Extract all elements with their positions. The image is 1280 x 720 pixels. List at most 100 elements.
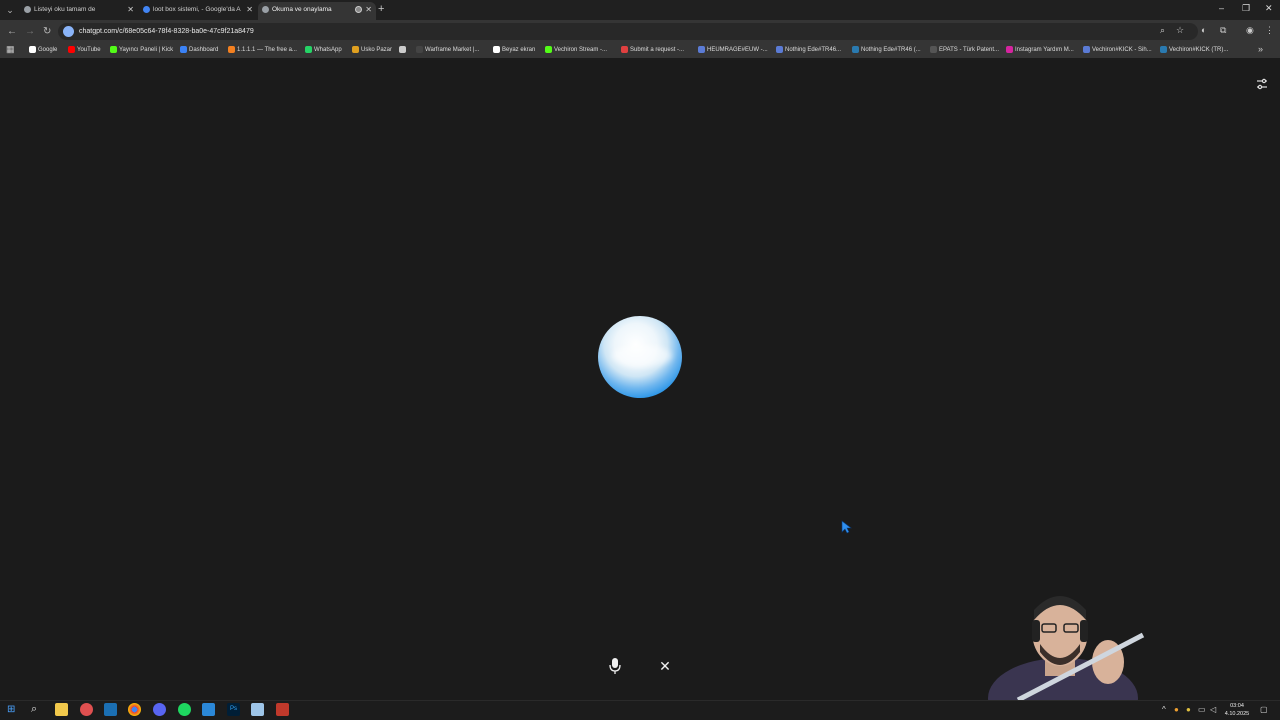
bookmark-label: Instagram Yardım M... (1015, 47, 1074, 53)
bookmark-item[interactable]: Nothing Ede#TR46... (776, 45, 841, 55)
url-text[interactable]: chatgpt.com/c/68e05c64-78f4-8328-ba0e-47… (79, 26, 254, 37)
bookmark-label: Vechiron#KICK - Sih... (1092, 47, 1152, 53)
tab-close-icon[interactable]: ✕ (246, 2, 253, 18)
tab-close-icon[interactable]: ✕ (127, 2, 134, 18)
recording-indicator-icon (355, 6, 362, 13)
bookmark-label: YouTube (77, 47, 101, 53)
voice-settings-icon[interactable] (1256, 78, 1268, 90)
bookmark-item[interactable]: Vechiron#KICK (TR)... (1160, 45, 1228, 55)
search-icon[interactable]: ⌕ (31, 703, 37, 716)
tray-chevron-icon[interactable]: ^ (1162, 705, 1166, 714)
more-bookmarks-icon[interactable]: » (1258, 44, 1263, 54)
bookmark-item[interactable]: Nothing Ede#TR46 (... (852, 45, 921, 55)
site-info-icon[interactable] (63, 26, 74, 37)
bookmark-label: HEUMRAGE#EUW -... (707, 47, 768, 53)
tab-okuma-ve-onaylama[interactable]: Okuma ve onaylama ✕ (258, 2, 376, 20)
minimize-icon[interactable]: – (1219, 3, 1224, 13)
bookmark-favicon-icon (399, 46, 406, 53)
tab-search-icon[interactable]: ⌄ (4, 4, 16, 16)
chrome-icon[interactable] (128, 703, 141, 716)
bookmark-favicon-icon (1160, 46, 1167, 53)
window-close-icon[interactable]: ✕ (1265, 3, 1273, 14)
app-blue-icon[interactable] (202, 703, 215, 716)
bookmark-item[interactable]: HEUMRAGE#EUW -... (698, 45, 768, 55)
bookmark-favicon-icon (416, 46, 423, 53)
bookmark-favicon-icon (180, 46, 187, 53)
bookmark-label: Warframe Market |... (425, 47, 480, 53)
bookmark-item[interactable]: YouTube (68, 45, 101, 55)
tab-title: Okuma ve onaylama (272, 6, 332, 13)
bookmark-label: Vechiron#KICK (TR)... (1169, 47, 1229, 53)
app-light-icon[interactable] (251, 703, 264, 716)
clock-time: 03:04 (1230, 703, 1244, 709)
bookmark-label: 1.1.1.1 — The free a... (237, 47, 297, 53)
apps-grid-icon[interactable]: ▦ (6, 44, 15, 55)
bookmark-item[interactable]: WhatsApp (305, 45, 342, 55)
bookmark-favicon-icon (29, 46, 36, 53)
tab-close-icon[interactable]: ✕ (365, 2, 372, 18)
bookmark-item[interactable]: 1.1.1.1 — The free a... (228, 45, 297, 55)
back-icon[interactable]: ← (7, 26, 17, 38)
voice-orb-highlight (612, 345, 672, 367)
windows-taskbar (0, 700, 1280, 720)
photoshop-icon[interactable]: Ps (227, 703, 240, 716)
extensions-icon[interactable]: ⧉ (1220, 25, 1226, 36)
bookmark-favicon-icon (545, 46, 552, 53)
bookmark-item[interactable]: Warframe Market |... (416, 45, 479, 55)
bookmark-item[interactable]: Vechiron#KICK - Sih... (1083, 45, 1152, 55)
bookmark-item[interactable]: Yayıncı Paneli | Kick (110, 45, 173, 55)
bookmark-label: Google (38, 47, 58, 53)
bookmark-item[interactable]: Instagram Yardım M... (1006, 45, 1074, 55)
bookmark-favicon-icon (305, 46, 312, 53)
bookmark-favicon-icon (930, 46, 937, 53)
bookmark-label: Dashboard (189, 47, 219, 53)
close-icon[interactable]: ✕ (657, 657, 673, 675)
tray-app-icon-2[interactable]: ● (1186, 705, 1191, 714)
tab-title: Listeyi oku tamam de (34, 6, 96, 13)
new-tab-button[interactable]: + (378, 3, 384, 15)
profile-icon[interactable]: ◉ (1246, 25, 1254, 36)
bookmark-item[interactable]: Submit a request -... (621, 45, 684, 55)
volume-icon[interactable]: ◁ (1210, 705, 1216, 714)
bookmark-item[interactable]: Usko Pazar (352, 45, 392, 55)
steam-icon[interactable] (104, 703, 117, 716)
chatgpt-favicon-icon (262, 6, 269, 13)
spotify-icon[interactable] (178, 703, 191, 716)
bookmark-item[interactable]: Dashboard (180, 45, 218, 55)
zoom-icon[interactable]: ⌕ (1160, 25, 1165, 36)
bookmark-star-icon[interactable]: ☆ (1176, 25, 1184, 36)
bookmark-favicon-icon (776, 46, 783, 53)
bookmark-favicon-icon (1006, 46, 1013, 53)
restore-icon[interactable]: ❐ (1242, 3, 1250, 14)
bookmark-item[interactable]: Vechiron Stream -... (545, 45, 607, 55)
chatgpt-favicon-icon (24, 6, 31, 13)
taskbar-clock[interactable]: 03:04 4.10.2025 (1223, 702, 1251, 718)
reload-icon[interactable]: ↻ (43, 26, 51, 38)
app-redbox-icon[interactable] (276, 703, 289, 716)
bookmark-label: Usko Pazar (361, 47, 393, 53)
tray-app-icon[interactable]: ● (1174, 705, 1179, 714)
more-menu-icon[interactable]: ⋮ (1265, 25, 1274, 36)
network-icon[interactable]: ▭ (1198, 705, 1206, 714)
bookmark-favicon-icon (110, 46, 117, 53)
bookmark-label: Yayıncı Paneli | Kick (119, 47, 174, 53)
google-favicon-icon (143, 6, 150, 13)
file-explorer-icon[interactable] (55, 703, 68, 716)
bookmark-item[interactable]: EPATS - Türk Patent... (930, 45, 999, 55)
bookmark-favicon-icon (621, 46, 628, 53)
media-icon[interactable]: ◐ (1201, 25, 1206, 35)
bookmark-favicon-icon (493, 46, 500, 53)
start-windows-icon[interactable]: ⊞ (7, 704, 15, 715)
microphone-icon[interactable] (607, 657, 623, 675)
bookmark-item[interactable]: Beyaz ekran (493, 45, 535, 55)
bookmark-favicon-icon (1083, 46, 1090, 53)
app-red-icon[interactable] (80, 703, 93, 716)
clock-date: 4.10.2025 (1224, 711, 1250, 717)
bookmark-item[interactable]: Google (29, 45, 57, 55)
discord-icon[interactable] (153, 703, 166, 716)
notifications-icon[interactable]: ▢ (1260, 705, 1268, 714)
tab-listeyi-oku[interactable]: Listeyi oku tamam de ✕ (20, 2, 138, 20)
tab-google-search[interactable]: loot box sistemi, - Google'da A ✕ (139, 2, 257, 20)
bookmark-label: Beyaz ekran (502, 47, 536, 53)
forward-icon[interactable]: → (25, 26, 35, 38)
